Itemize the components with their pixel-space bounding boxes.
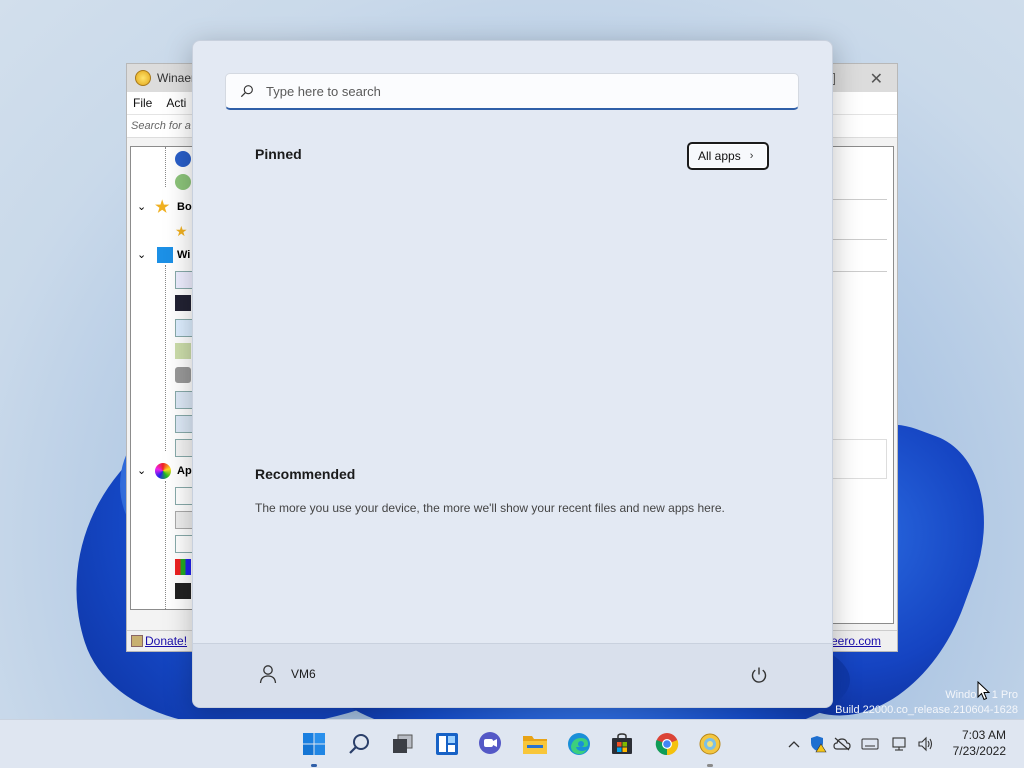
tree-node-windows[interactable]: Wi [177, 249, 190, 261]
close-icon[interactable]: ✕ [870, 69, 883, 89]
winaero-tweaker-button[interactable] [697, 731, 723, 757]
shield-warning-icon [811, 736, 827, 753]
donate-icon [131, 635, 143, 647]
app-icon [135, 70, 151, 86]
info-icon [175, 151, 191, 167]
search-icon [240, 85, 253, 98]
menu-file[interactable]: File [133, 96, 152, 110]
taskbar-search-button[interactable] [346, 731, 372, 757]
task-view-icon [393, 734, 413, 753]
user-account-button[interactable]: VM6 [259, 664, 316, 684]
clock-date: 7/23/2022 [952, 744, 1006, 758]
tree-item-icon [175, 415, 193, 433]
tree-item-icon [175, 535, 193, 553]
tree-item-icon [175, 271, 193, 289]
speaker-icon [918, 736, 933, 752]
start-footer: VM6 [193, 643, 832, 707]
edge-button[interactable] [566, 731, 592, 757]
details-pane [830, 146, 894, 624]
keyboard-icon [861, 738, 879, 750]
edge-icon [568, 733, 590, 755]
file-explorer-button[interactable] [522, 731, 548, 757]
tree-node-bookmarks[interactable]: Bo [177, 201, 192, 213]
task-view-button[interactable] [390, 731, 416, 757]
taskbar: 7:03 AM 7/23/2022 [0, 719, 1024, 768]
category-tree[interactable]: ⌄ ★ Bo ★ ⌄ Wi ⌄ Ap [130, 146, 194, 610]
all-apps-button[interactable]: All apps › [687, 142, 769, 170]
donate-link[interactable]: Donate! [145, 634, 187, 648]
start-search-box[interactable] [225, 73, 799, 110]
pinned-heading: Pinned [255, 146, 302, 162]
search-icon [349, 734, 369, 754]
windows-watermark: Windo 1 Pro Build 22000.co_release.21060… [835, 688, 1018, 718]
security-tray-button[interactable] [809, 735, 827, 753]
start-menu: Pinned All apps › Recommended The more y… [192, 40, 833, 708]
color-wheel-icon [155, 463, 171, 479]
recommended-heading: Recommended [255, 466, 356, 482]
start-icon [303, 733, 325, 755]
window-title: Winaer [157, 71, 196, 85]
search-input[interactable] [264, 82, 798, 100]
expand-chevron-icon[interactable]: ⌄ [137, 464, 146, 477]
store-button[interactable] [609, 731, 635, 757]
power-button[interactable] [748, 664, 770, 686]
recommended-empty-message: The more you use your device, the more w… [255, 501, 725, 515]
all-apps-label: All apps [698, 149, 741, 163]
widgets-icon [436, 733, 458, 755]
menu-action[interactable]: Acti [166, 96, 186, 110]
tree-item-icon [175, 583, 191, 599]
network-icon [892, 737, 906, 751]
chat-icon [479, 732, 501, 754]
tree-item-icon [175, 343, 191, 359]
tree-item-icon [175, 487, 193, 505]
chrome-icon [655, 733, 679, 756]
file-explorer-icon [523, 736, 547, 754]
tree-item-icon [175, 559, 191, 575]
refresh-icon [175, 174, 191, 190]
mouse-cursor-icon [977, 681, 990, 701]
chrome-button[interactable] [654, 731, 680, 757]
tree-item-icon [175, 439, 193, 457]
website-link[interactable]: eero.com [831, 634, 881, 648]
tree-node-appearance[interactable]: Ap [177, 465, 192, 477]
user-name: VM6 [291, 667, 316, 681]
store-icon [612, 733, 632, 754]
windows-logo-icon [157, 247, 173, 263]
start-active-indicator [311, 764, 317, 767]
power-icon [751, 667, 767, 683]
chevron-right-icon: › [749, 150, 754, 162]
keyboard-tray-button[interactable] [861, 735, 879, 753]
expand-chevron-icon[interactable]: ⌄ [137, 200, 146, 213]
chevron-up-icon [788, 741, 800, 748]
volume-tray-button[interactable] [917, 735, 935, 753]
user-icon [259, 665, 277, 684]
tree-item-icon [175, 319, 193, 337]
app-running-indicator [707, 764, 713, 767]
camera-icon [175, 367, 191, 383]
chat-button[interactable] [477, 731, 503, 757]
tree-item-icon [175, 391, 193, 409]
show-hidden-icons-button[interactable] [785, 735, 803, 753]
star-icon: ★ [175, 223, 188, 239]
expand-chevron-icon[interactable]: ⌄ [137, 248, 146, 261]
tree-item-icon [175, 295, 191, 311]
watermark-edition: Windo 1 Pro [945, 689, 1018, 701]
watermark-build: Build 22000.co_release.210604-1628 [835, 704, 1018, 716]
widgets-button[interactable] [434, 731, 460, 757]
winaero-tweaker-icon [699, 733, 721, 755]
network-tray-button[interactable] [891, 735, 909, 753]
taskbar-clock[interactable]: 7:03 AM 7/23/2022 [953, 727, 1006, 759]
cloud-offline-icon [833, 737, 851, 751]
clock-time: 7:03 AM [961, 728, 1006, 742]
tree-item-icon [175, 511, 193, 529]
star-icon: ★ [155, 199, 170, 216]
start-button[interactable] [301, 731, 327, 757]
onedrive-tray-button[interactable] [833, 735, 851, 753]
